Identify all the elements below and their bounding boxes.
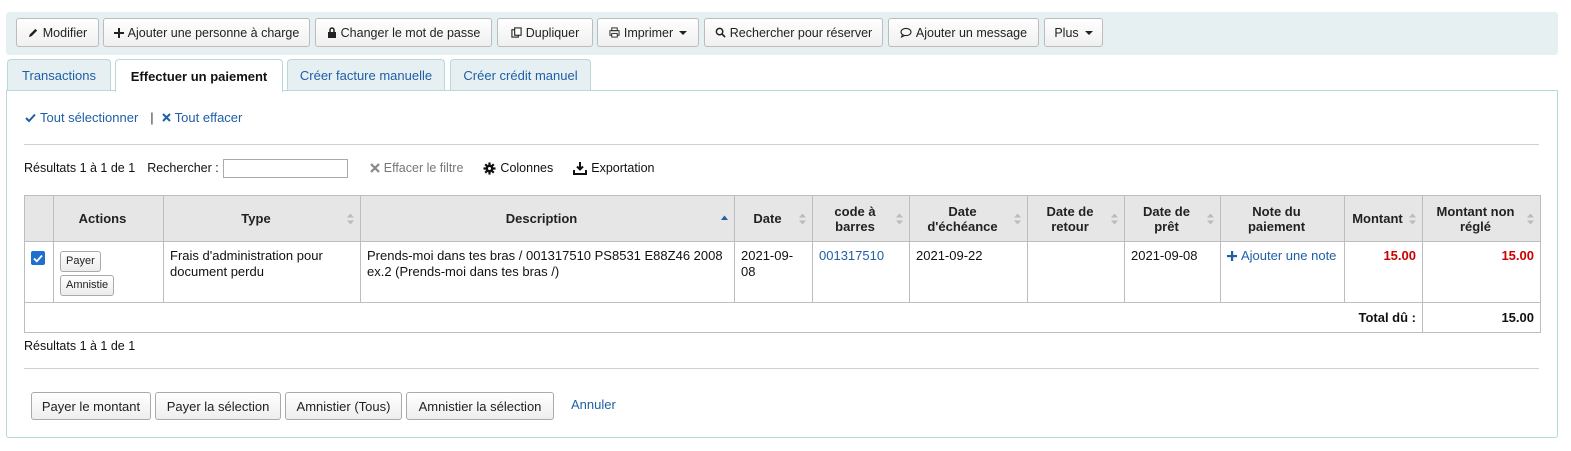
lock-icon — [327, 27, 336, 38]
actions-column-header: Actions — [53, 195, 164, 242]
sort-icon — [1207, 213, 1214, 224]
results-count: Résultats 1 à 1 de 1 — [24, 161, 136, 175]
check-icon — [25, 113, 36, 122]
gear-icon — [483, 161, 496, 175]
clear-filter-button[interactable]: Effacer le filtre — [369, 161, 463, 175]
sort-ascending-icon — [721, 215, 728, 220]
table-tools: Résultats 1 à 1 de 1 Rechercher : Efface… — [24, 155, 924, 181]
select-column-header — [24, 195, 54, 242]
amount-column-header[interactable]: Montant — [1344, 195, 1423, 242]
more-dropdown-button[interactable]: Plus — [1044, 18, 1103, 47]
pay-amount-button[interactable]: Payer le montant — [31, 392, 151, 420]
tab-create-manual-invoice[interactable]: Créer facture manuelle — [287, 59, 445, 91]
search-label: Rechercher : — [147, 161, 219, 175]
modify-button[interactable]: Modifier — [16, 18, 99, 47]
pencil-icon — [28, 28, 37, 38]
total-label: Total dû : — [24, 302, 1423, 333]
outstanding-cell: 15.00 — [1422, 241, 1541, 303]
description-column-header[interactable]: Description — [360, 195, 735, 242]
search-input[interactable] — [222, 158, 348, 178]
clear-all-link[interactable]: Tout effacer — [161, 110, 242, 125]
download-icon — [573, 161, 588, 175]
check-icon — [33, 254, 43, 263]
duplicate-button[interactable]: Dupliquer — [497, 18, 593, 47]
date-cell: 2021-09-08 — [734, 241, 813, 303]
type-column-header[interactable]: Type — [163, 195, 361, 242]
loan-date-column-header[interactable]: Date de prêt — [1124, 195, 1221, 242]
sort-icon — [1014, 213, 1021, 224]
select-cell — [24, 241, 54, 303]
sort-icon — [1409, 213, 1416, 224]
comment-icon — [900, 27, 912, 38]
close-icon — [161, 113, 171, 122]
printer-icon — [609, 27, 620, 38]
due-date-column-header[interactable]: Date d'échéance — [909, 195, 1028, 242]
divider — [24, 368, 1539, 369]
sort-icon — [1527, 213, 1534, 224]
sort-icon — [799, 213, 806, 224]
writeoff-selected-button[interactable]: Amnistier la sélection — [406, 392, 554, 420]
barcode-column-header[interactable]: code à barres — [812, 195, 910, 242]
patron-toolbar: Modifier Ajouter une personne à charge C… — [6, 12, 1558, 55]
search-to-hold-button[interactable]: Rechercher pour réserver — [704, 18, 883, 47]
actions-cell: Payer Amnistie — [53, 241, 164, 303]
description-cell: Prends-moi dans tes bras / 001317510 PS8… — [360, 241, 735, 303]
due-date-cell: 2021-09-22 — [909, 241, 1028, 303]
plus-icon — [113, 27, 124, 38]
add-dependent-button[interactable]: Ajouter une personne à charge — [103, 18, 310, 47]
sort-icon — [896, 213, 903, 224]
loan-date-cell: 2021-09-08 — [1124, 241, 1221, 303]
barcode-cell: 001317510 — [812, 241, 910, 303]
table-row: Payer Amnistie Frais d'administration po… — [24, 241, 1541, 303]
close-icon — [369, 163, 380, 173]
chevron-down-icon — [1084, 30, 1093, 35]
fines-table: Actions Type Description Date code à bar… — [24, 195, 1541, 333]
tab-transactions[interactable]: Transactions — [7, 59, 111, 91]
tab-make-payment[interactable]: Effectuer un paiement — [115, 59, 283, 92]
row-checkbox[interactable] — [31, 251, 45, 265]
export-button[interactable]: Exportation — [573, 161, 654, 175]
selection-links: Tout sélectionner | Tout effacer — [25, 110, 242, 125]
outstanding-column-header[interactable]: Montant non réglé — [1422, 195, 1541, 242]
date-column-header[interactable]: Date — [734, 195, 813, 242]
print-dropdown-button[interactable]: Imprimer — [597, 18, 699, 47]
select-all-link[interactable]: Tout sélectionner — [25, 110, 138, 125]
return-date-cell — [1027, 241, 1125, 303]
total-value: 15.00 — [1422, 302, 1541, 333]
sort-icon — [347, 213, 354, 224]
sort-icon — [1111, 213, 1118, 224]
amount-cell: 15.00 — [1344, 241, 1423, 303]
change-password-button[interactable]: Changer le mot de passe — [315, 18, 492, 47]
divider — [24, 144, 1539, 145]
cancel-link[interactable]: Annuler — [571, 397, 616, 412]
writeoff-button[interactable]: Amnistie — [60, 275, 115, 296]
add-note-link[interactable]: Ajouter une note — [1227, 248, 1336, 264]
results-count-bottom: Résultats 1 à 1 de 1 — [24, 339, 136, 353]
columns-button[interactable]: Colonnes — [483, 161, 553, 175]
link-separator: | — [150, 110, 154, 125]
payment-note-cell: Ajouter une note — [1220, 241, 1345, 303]
add-message-button[interactable]: Ajouter un message — [888, 18, 1039, 47]
total-row: Total dû : 15.00 — [24, 302, 1541, 333]
search-icon — [715, 27, 726, 38]
tab-create-manual-credit[interactable]: Créer crédit manuel — [450, 59, 591, 91]
copy-icon — [511, 27, 522, 38]
type-cell: Frais d'administration pour document per… — [163, 241, 361, 303]
plus-icon — [1227, 251, 1237, 261]
writeoff-all-button[interactable]: Amnistier (Tous) — [285, 392, 402, 420]
pay-button[interactable]: Payer — [60, 251, 101, 272]
payment-note-column-header: Note du paiement — [1220, 195, 1345, 242]
pay-selected-button[interactable]: Payer la sélection — [155, 392, 281, 420]
barcode-link[interactable]: 001317510 — [819, 248, 884, 263]
chevron-down-icon — [679, 30, 688, 35]
return-date-column-header[interactable]: Date de retour — [1027, 195, 1125, 242]
